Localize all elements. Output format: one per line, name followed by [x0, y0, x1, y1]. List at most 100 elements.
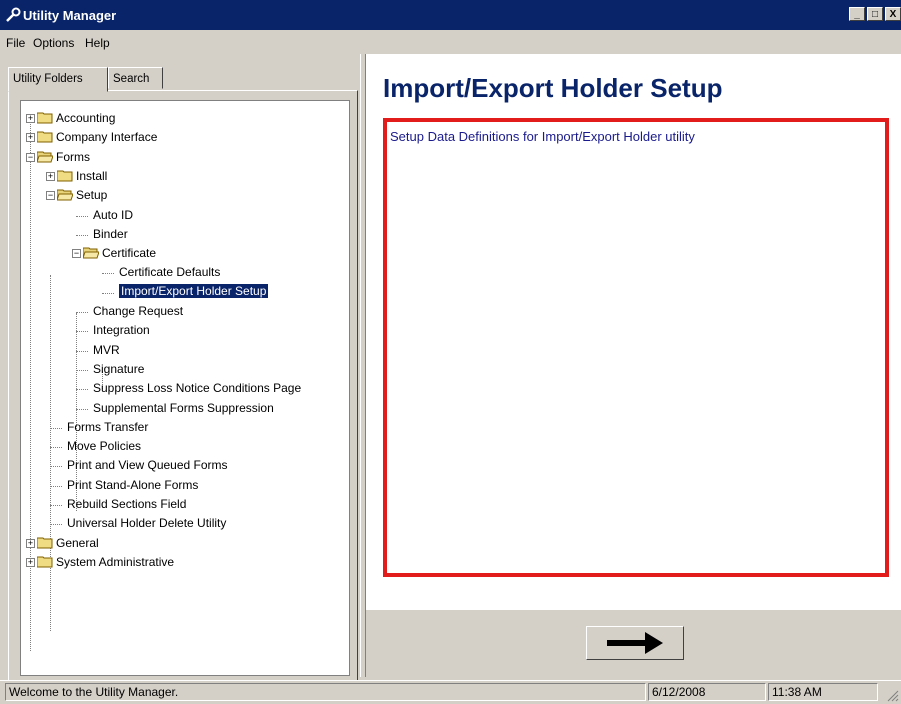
open-folder-icon	[83, 247, 99, 259]
status-bar: Welcome to the Utility Manager. 6/12/200…	[0, 680, 901, 704]
tree-item[interactable]: Print and View Queued Forms	[21, 456, 349, 475]
tree-connector	[102, 292, 114, 294]
tree-connector	[76, 389, 88, 391]
right-arrow-icon	[607, 632, 663, 654]
tree-item[interactable]: Supplemental Forms Suppression	[21, 399, 349, 418]
tree-item[interactable]: Suppress Loss Notice Conditions Page	[21, 379, 349, 398]
tree-connector	[76, 234, 88, 236]
tree-item-label: Accounting	[56, 111, 116, 125]
tree-connector	[50, 485, 62, 487]
window-title: Utility Manager	[23, 8, 117, 23]
status-date: 6/12/2008	[648, 683, 766, 701]
tree-item[interactable]: − Forms	[21, 148, 349, 167]
collapse-icon[interactable]: −	[72, 249, 81, 259]
tab-search[interactable]: Search	[108, 67, 163, 89]
next-button[interactable]	[586, 626, 684, 660]
folder-icon	[57, 170, 73, 182]
tree-item-label: Supplemental Forms Suppression	[93, 400, 274, 415]
expand-icon[interactable]: +	[26, 114, 35, 123]
tree-item-label: Forms	[56, 149, 90, 164]
tree-item[interactable]: Binder	[21, 225, 349, 244]
tree-item-label: General	[56, 535, 99, 550]
tree-item-label: Signature	[93, 361, 145, 376]
tree-item[interactable]: Universal Holder Delete Utility	[21, 514, 349, 533]
tree-item[interactable]: + Company Interface	[21, 128, 349, 147]
tree-connector	[102, 273, 114, 275]
minimize-button[interactable]: _	[849, 7, 865, 21]
menu-file[interactable]: File	[6, 36, 25, 50]
tree-item[interactable]: + Accounting	[21, 109, 349, 128]
tree-connector	[76, 369, 88, 371]
tree-item-label: Setup	[76, 188, 108, 203]
tree-item-label: Change Request	[93, 304, 184, 318]
menu-bar: File Options Help	[0, 30, 901, 54]
tree-connector	[76, 331, 88, 333]
tree-item[interactable]: Change Request	[21, 302, 349, 321]
menu-help[interactable]: Help	[85, 36, 110, 50]
tree-connector	[50, 466, 62, 468]
tree-item-label: Certificate	[102, 246, 157, 261]
tree-item-label-selected: Import/Export Holder Setup	[117, 282, 270, 299]
tree-item-label: System Administrative	[56, 554, 175, 569]
tree-item[interactable]: − Setup	[21, 186, 349, 205]
tree-item-label: Suppress Loss Notice Conditions Page	[93, 381, 302, 396]
tree-connector	[50, 524, 62, 526]
close-button[interactable]: X	[885, 7, 901, 21]
tree-item[interactable]: Integration	[21, 321, 349, 340]
open-folder-icon	[57, 189, 73, 201]
tree-item-label: Auto ID	[93, 207, 134, 222]
resize-grip-icon[interactable]	[887, 690, 899, 702]
tree-item[interactable]: Certificate Defaults	[21, 263, 349, 282]
tree-connector	[76, 408, 88, 410]
tree-item[interactable]: Forms Transfer	[21, 418, 349, 437]
tree-item[interactable]: MVR	[21, 341, 349, 360]
status-message: Welcome to the Utility Manager.	[5, 683, 646, 701]
title-bar: Utility Manager _ □ X	[0, 0, 901, 30]
tree-item-label: Rebuild Sections Field	[67, 497, 187, 511]
folder-icon	[37, 537, 53, 549]
tree-item-label: Print and View Queued Forms	[67, 458, 228, 473]
tree-connector	[76, 215, 88, 217]
tree-connector	[50, 427, 62, 429]
folder-icon	[37, 131, 53, 143]
tree-item[interactable]: + General	[21, 534, 349, 553]
collapse-icon[interactable]: −	[46, 191, 55, 201]
tab-utility-folders[interactable]: Utility Folders	[8, 67, 108, 92]
tree-item-label: Certificate Defaults	[119, 265, 221, 280]
tree-connector	[50, 505, 62, 506]
tree-item-label: Forms Transfer	[67, 419, 149, 434]
maximize-button[interactable]: □	[867, 7, 883, 21]
tree-connector	[76, 312, 88, 313]
tree-connector	[50, 447, 62, 449]
tree-item[interactable]: Print Stand-Alone Forms	[21, 476, 349, 495]
menu-options[interactable]: Options	[33, 36, 74, 50]
tree-item-label: Integration	[93, 323, 150, 338]
status-time: 11:38 AM	[768, 683, 878, 701]
tree-item-label: Binder	[93, 226, 128, 241]
tree-item-label: Company Interface	[56, 130, 158, 145]
tree-item-label: Move Policies	[67, 439, 142, 454]
tree-item[interactable]: Import/Export Holder Setup	[21, 282, 349, 302]
wrench-icon	[6, 7, 21, 22]
expand-icon[interactable]: +	[26, 557, 35, 567]
tree-item[interactable]: Signature	[21, 360, 349, 379]
page-title: Import/Export Holder Setup	[383, 73, 723, 103]
utility-tree[interactable]: + Accounting + Company Interface − Forms + Inst…	[20, 100, 350, 676]
tree-item[interactable]: + System Administrative	[21, 553, 349, 572]
expand-icon[interactable]: +	[26, 133, 35, 143]
tree-item[interactable]: Move Policies	[21, 437, 349, 456]
tree-item-label: Install	[76, 168, 108, 183]
description-text: Setup Data Definitions for Import/Export…	[390, 129, 695, 144]
expand-icon[interactable]: +	[46, 171, 55, 181]
tree-item-label: MVR	[93, 342, 120, 357]
tree-item[interactable]: − Certificate	[21, 244, 349, 263]
tree-item-label: Universal Holder Delete Utility	[67, 516, 227, 531]
expand-icon[interactable]: +	[26, 538, 35, 548]
description-box: Setup Data Definitions for Import/Export…	[383, 118, 889, 577]
tree-item[interactable]: Rebuild Sections Field	[21, 495, 349, 514]
tree-item[interactable]: + Install	[21, 167, 349, 186]
tree-item[interactable]: Auto ID	[21, 206, 349, 225]
tree-connector	[76, 350, 88, 352]
folder-icon	[37, 556, 53, 568]
collapse-icon[interactable]: −	[26, 152, 35, 162]
